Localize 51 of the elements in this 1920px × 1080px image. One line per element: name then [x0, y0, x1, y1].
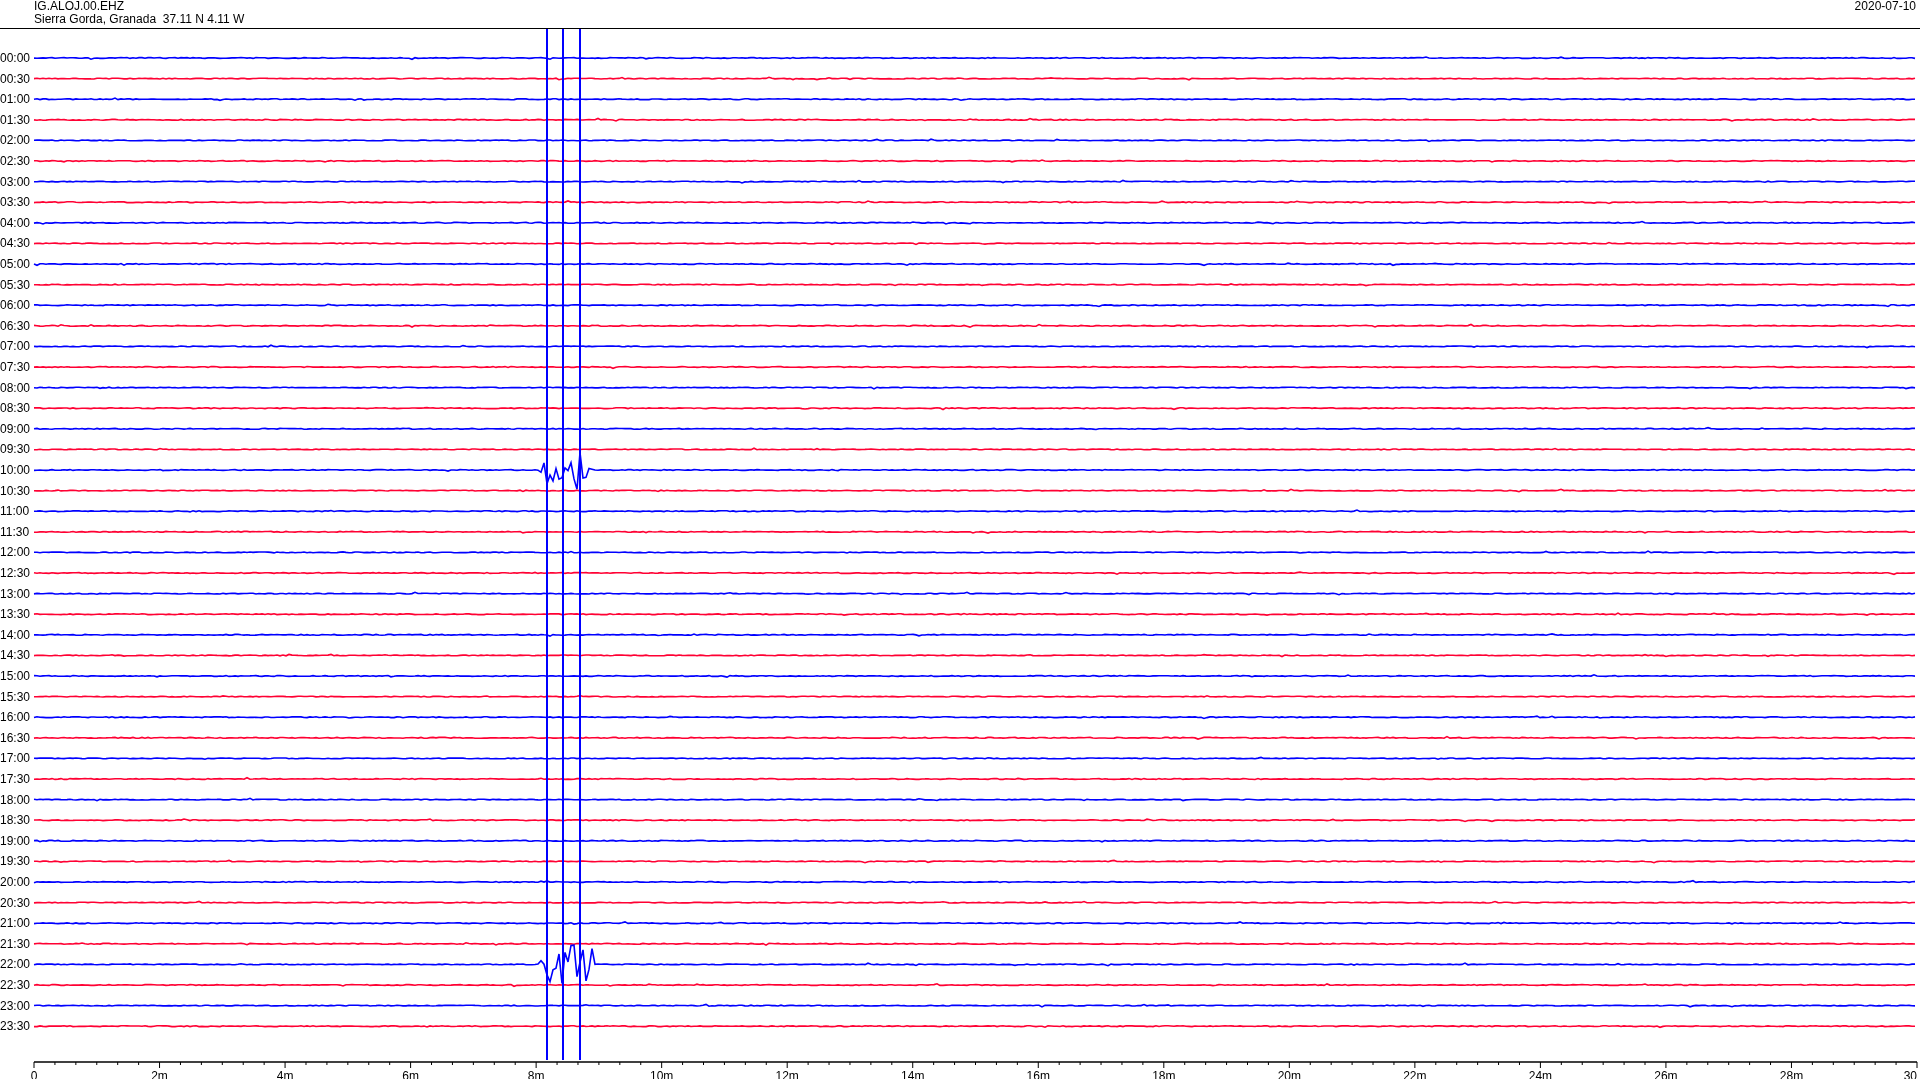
time-label: 20:00	[0, 875, 31, 889]
time-label: 03:30	[0, 195, 31, 210]
time-label: 10:30	[0, 483, 31, 498]
time-label: 05:00	[0, 257, 31, 271]
time-label: 15:30	[0, 689, 31, 704]
time-label: 18:00	[0, 792, 31, 807]
time-label: 09:00	[0, 421, 31, 436]
time-label: 22:30	[0, 978, 31, 992]
time-label: 14:00	[0, 627, 31, 642]
time-label: 02:00	[0, 133, 31, 148]
station-code: IG.ALOJ.00.EHZ	[34, 0, 126, 13]
time-label: 22:00	[0, 957, 31, 972]
time-label: 00:00	[0, 51, 31, 65]
time-label: 00:30	[0, 71, 31, 86]
time-label: 09:30	[0, 442, 31, 457]
time-label: 08:30	[0, 401, 31, 416]
time-label: 13:00	[0, 586, 31, 601]
time-label: 20:30	[0, 895, 31, 910]
time-label: 04:30	[0, 236, 31, 251]
time-label: 08:00	[0, 380, 31, 395]
time-label: 19:00	[0, 833, 31, 848]
time-label: 03:00	[0, 174, 31, 189]
time-label: 21:00	[0, 916, 31, 931]
time-label: 19:30	[0, 854, 31, 869]
record-date: 2020-07-10	[1854, 0, 1916, 15]
time-label: 11:30	[0, 524, 30, 539]
time-label: 11:00	[0, 504, 30, 519]
time-label: 17:00	[0, 751, 31, 766]
time-label: 06:00	[0, 298, 31, 313]
time-label: 23:30	[0, 1019, 31, 1034]
time-label: 13:30	[0, 607, 31, 622]
time-label: 01:30	[0, 112, 31, 127]
time-label: 17:30	[0, 772, 31, 786]
time-label: 06:30	[0, 318, 31, 333]
time-label: 02:30	[0, 154, 31, 168]
station-location: Sierra Gorda, Granada 37.11 N 4.11 W	[34, 13, 245, 26]
time-label: 12:00	[0, 545, 31, 560]
time-label: 16:00	[0, 710, 31, 725]
time-label: 10:00	[0, 463, 31, 477]
time-label: 01:00	[0, 92, 31, 107]
time-label: 04:00	[0, 215, 31, 230]
time-label: 15:00	[0, 669, 31, 683]
time-label: 21:30	[0, 936, 31, 951]
time-label: 05:30	[0, 277, 31, 292]
time-label: 18:30	[0, 813, 31, 828]
time-label: 07:00	[0, 339, 31, 354]
time-label: 23:00	[0, 998, 31, 1013]
time-label: 14:30	[0, 648, 31, 663]
time-label: 16:30	[0, 730, 31, 745]
time-label: 12:30	[0, 566, 31, 580]
time-label: 07:30	[0, 360, 31, 374]
